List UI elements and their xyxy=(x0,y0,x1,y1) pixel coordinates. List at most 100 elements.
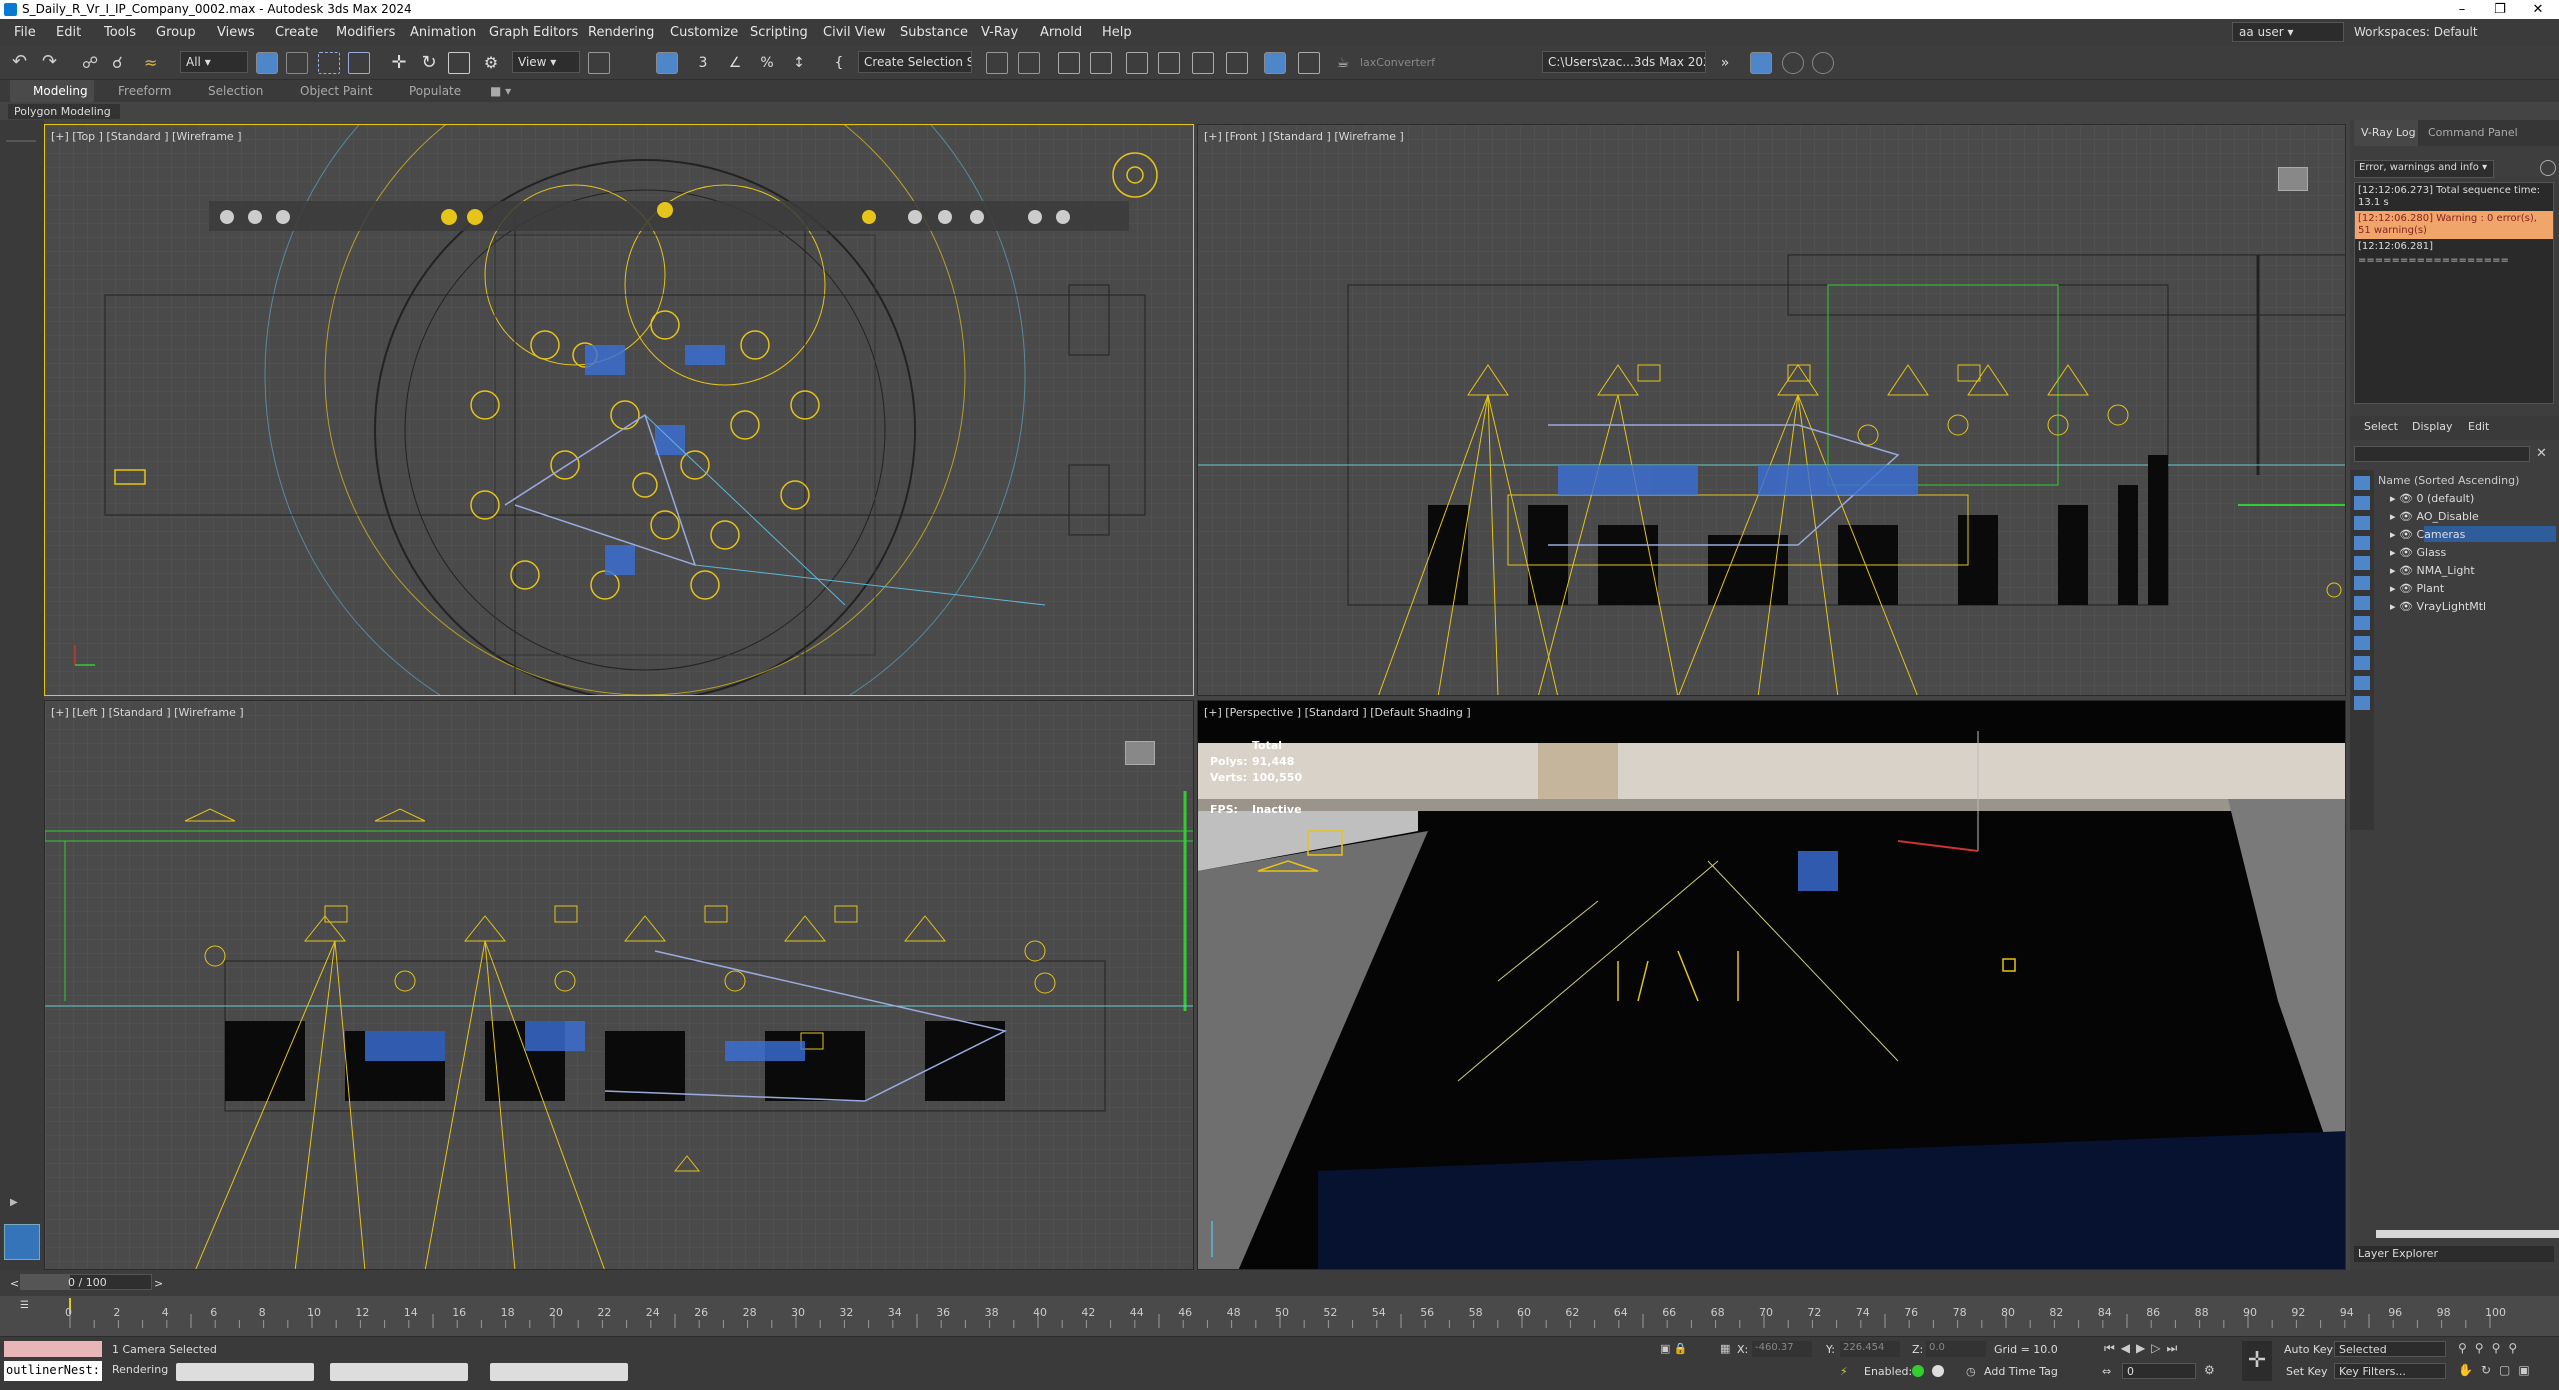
command-panel-tab[interactable]: Command Panel xyxy=(2428,126,2518,139)
user-account-dropdown[interactable]: aa user ▾ xyxy=(2232,22,2344,42)
menu-graph-editors[interactable]: Graph Editors xyxy=(489,25,578,40)
redo-icon[interactable]: ↷ xyxy=(42,52,64,74)
layer-row[interactable]: ▸ 👁 Plant xyxy=(2390,582,2444,595)
viewport-nav-controls-2[interactable]: ✋↻▢▣ xyxy=(2458,1363,2538,1377)
scene-search-input[interactable] xyxy=(2354,446,2530,462)
menu-scripting[interactable]: Scripting xyxy=(750,25,808,40)
render-progress-tab[interactable] xyxy=(176,1363,314,1381)
timeline-next-icon[interactable]: > xyxy=(154,1277,163,1290)
link-icon[interactable]: ☍ xyxy=(82,52,104,74)
display-cameras-icon[interactable] xyxy=(2354,556,2370,570)
viewport-layout-icon[interactable] xyxy=(4,1224,40,1260)
scene-explorer-toggle-icon[interactable] xyxy=(1058,52,1080,74)
current-frame-input[interactable]: 0 xyxy=(2122,1363,2196,1379)
viewport-nav-controls[interactable]: ⚲⚲⚲⚲ xyxy=(2458,1341,2525,1355)
display-frozen-icon[interactable] xyxy=(2354,696,2370,710)
spinner-snap-icon[interactable]: ↕ xyxy=(788,52,810,74)
key-selection-dropdown[interactable]: Selected xyxy=(2334,1341,2446,1357)
edit-named-selection-icon[interactable]: { xyxy=(828,52,850,74)
unlink-icon[interactable]: ☌ xyxy=(112,52,134,74)
layer-explorer-icon[interactable] xyxy=(1090,52,1112,74)
pause-icon[interactable] xyxy=(1782,52,1804,74)
listener-input[interactable]: outlinerNest: xyxy=(4,1361,102,1381)
keyboard-shortcut-override-icon[interactable] xyxy=(656,52,678,74)
scene-tab-edit[interactable]: Edit xyxy=(2468,420,2489,433)
curve-editor-icon[interactable] xyxy=(1158,52,1180,74)
render-progress-tab-3[interactable] xyxy=(490,1363,628,1381)
clear-search-icon[interactable]: ✕ xyxy=(2536,446,2547,461)
viewcube[interactable] xyxy=(2278,167,2308,191)
expand-toolbar-icon[interactable]: » xyxy=(1714,52,1736,74)
log-settings-icon[interactable] xyxy=(2540,160,2556,176)
auto-key-button[interactable]: Auto Key xyxy=(2284,1343,2333,1356)
ribbon-tab-selection[interactable]: Selection xyxy=(208,84,263,98)
set-key-button[interactable]: Set Key xyxy=(2286,1365,2328,1378)
render-teapot-icon[interactable]: ☕ xyxy=(1332,52,1354,74)
pivot-center-icon[interactable] xyxy=(588,52,610,74)
layer-row[interactable]: ▸ 👁 VrayLightMtl xyxy=(2390,600,2486,613)
display-groups-icon[interactable] xyxy=(2354,616,2370,630)
menu-civil-view[interactable]: Civil View xyxy=(823,25,886,40)
viewport-left[interactable]: [+] [Left ] [Standard ] [Wireframe ] xyxy=(44,700,1194,1270)
named-selection-dropdown[interactable]: Create Selection Se ▾ xyxy=(858,51,972,73)
menu-arnold[interactable]: Arnold xyxy=(1040,25,1082,40)
menu-group[interactable]: Group xyxy=(156,25,196,40)
layer-row-selected[interactable]: ▸ 👁 Cameras xyxy=(2390,528,2465,541)
menu-vray[interactable]: V-Ray xyxy=(981,25,1018,40)
display-geometry-icon[interactable] xyxy=(2354,496,2370,510)
ribbon-polygon-modeling[interactable]: Polygon Modeling xyxy=(8,104,120,119)
menu-animation[interactable]: Animation xyxy=(410,25,476,40)
menu-views[interactable]: Views xyxy=(217,25,255,40)
rotate-icon[interactable]: ↻ xyxy=(418,52,440,74)
display-helpers-icon[interactable] xyxy=(2354,576,2370,590)
menu-customize[interactable]: Customize xyxy=(670,25,738,40)
undo-icon[interactable]: ↶ xyxy=(12,52,34,74)
menu-help[interactable]: Help xyxy=(1102,25,1132,40)
menu-substance[interactable]: Substance xyxy=(900,25,968,40)
render-setup-icon[interactable] xyxy=(1264,52,1286,74)
ribbon-options-icon[interactable]: ■ ▾ xyxy=(490,84,511,98)
z-coordinate[interactable]: 0.0 xyxy=(1926,1341,1986,1357)
layer-row[interactable]: ▸ 👁 Glass xyxy=(2390,546,2446,559)
close-button[interactable]: ✕ xyxy=(2519,0,2557,19)
window-crossing-icon[interactable] xyxy=(348,52,370,74)
playback-controls[interactable]: ⏮◀▶▷⏭ xyxy=(2104,1341,2183,1356)
display-lights-icon[interactable] xyxy=(2354,536,2370,550)
place-icon[interactable]: ⚙ xyxy=(480,52,502,74)
time-slider-thumb[interactable] xyxy=(20,1274,70,1290)
viewport-front-label[interactable]: [+] [Front ] [Standard ] [Wireframe ] xyxy=(1204,130,1404,143)
y-coordinate[interactable]: 226.454 xyxy=(1840,1341,1900,1357)
info-icon[interactable] xyxy=(1932,1365,1944,1377)
rectangular-selection-icon[interactable] xyxy=(318,52,340,74)
menu-tools[interactable]: Tools xyxy=(104,25,136,40)
menu-create[interactable]: Create xyxy=(275,25,318,40)
display-spacewarps-icon[interactable] xyxy=(2354,596,2370,610)
scene-scrollbar[interactable] xyxy=(2376,1230,2559,1238)
viewport-top[interactable]: [+] [Top ] [Standard ] [Wireframe ] xyxy=(44,124,1194,696)
expand-left-icon[interactable]: ▶ xyxy=(10,1197,24,1211)
rendered-frame-window-icon[interactable] xyxy=(1298,52,1320,74)
ribbon-tab-freeform[interactable]: Freeform xyxy=(118,84,171,98)
set-key-big-icon[interactable]: ✛ xyxy=(2242,1341,2272,1381)
menu-rendering[interactable]: Rendering xyxy=(588,25,654,40)
timeline-prev-icon[interactable]: < xyxy=(10,1277,19,1290)
menu-modifiers[interactable]: Modifiers xyxy=(336,25,395,40)
scene-column-header[interactable]: Name (Sorted Ascending) xyxy=(2378,474,2519,487)
move-icon[interactable]: ✛ xyxy=(388,52,410,74)
layer-explorer-dropdown[interactable]: Layer Explorer xyxy=(2354,1246,2554,1262)
scale-icon[interactable] xyxy=(448,52,470,74)
ribbon-toggle-icon[interactable] xyxy=(1126,52,1148,74)
align-icon[interactable] xyxy=(1018,52,1040,74)
display-bones-icon[interactable] xyxy=(2354,656,2370,670)
ribbon-tab-modeling[interactable]: Modeling xyxy=(33,84,88,98)
key-filters-button[interactable]: Key Filters... xyxy=(2334,1363,2446,1379)
workspace-selector[interactable]: Workspaces: Default xyxy=(2354,25,2478,39)
absolute-mode-icon[interactable]: ▦ xyxy=(1720,1342,1730,1355)
vray-log-tab[interactable]: V-Ray Log xyxy=(2361,126,2416,139)
x-coordinate[interactable]: -460.37 xyxy=(1752,1341,1812,1357)
scene-tab-select[interactable]: Select xyxy=(2364,420,2398,433)
viewport-top-label[interactable]: [+] [Top ] [Standard ] [Wireframe ] xyxy=(51,130,242,143)
angle-snap-icon[interactable]: ∠ xyxy=(724,52,746,74)
layer-row[interactable]: ▸ 👁 AO_Disable xyxy=(2390,510,2479,523)
isolate-icon[interactable]: ▣ 🔒 xyxy=(1660,1342,1688,1355)
